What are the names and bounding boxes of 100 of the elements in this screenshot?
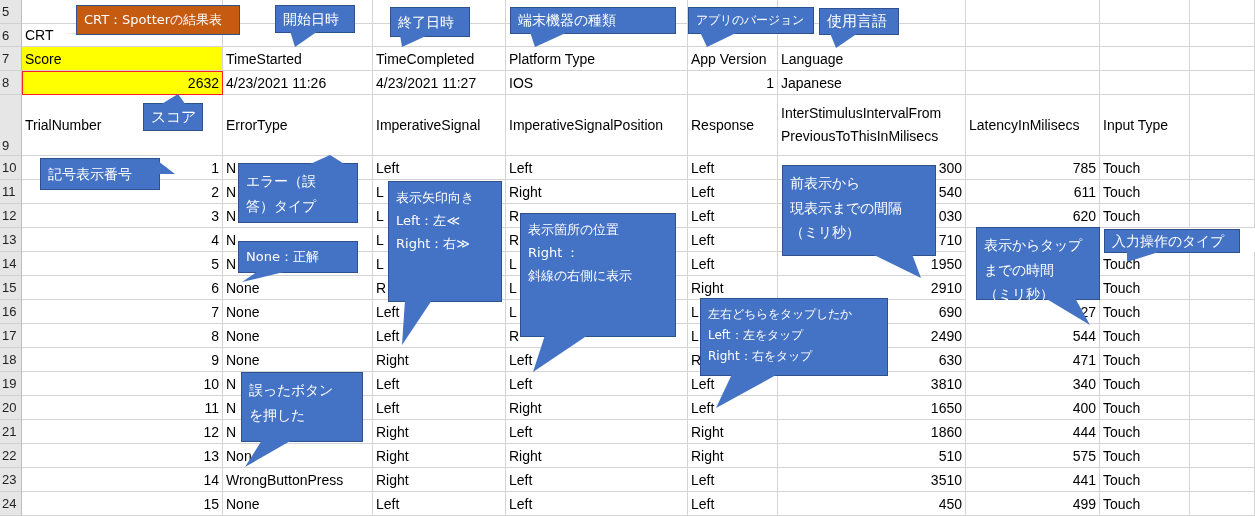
table-cell (1190, 0, 1255, 24)
table-cell: 575 (966, 444, 1100, 468)
table-cell: Left (373, 492, 506, 516)
table-cell: 8 (22, 324, 223, 348)
row-header[interactable]: 7 (0, 47, 22, 71)
table-cell: LatencyInMilisecs (966, 95, 1100, 156)
table-cell: App Version (688, 47, 778, 71)
row-header[interactable]: 11 (0, 180, 22, 204)
table-cell: 4 (22, 228, 223, 252)
table-cell: Left (688, 204, 778, 228)
table-cell: Language (778, 47, 966, 71)
table-cell: Left (373, 372, 506, 396)
table-cell: Score (22, 47, 223, 71)
row-header[interactable]: 21 (0, 420, 22, 444)
row-header[interactable]: 12 (0, 204, 22, 228)
table-cell: Right (373, 348, 506, 372)
table-cell: Left (688, 468, 778, 492)
table-cell (1190, 180, 1255, 204)
table-cell: None (223, 300, 373, 324)
row-header[interactable]: 8 (0, 71, 22, 95)
row-header[interactable]: 16 (0, 300, 22, 324)
table-cell: Left (506, 492, 688, 516)
table-cell: 13 (22, 444, 223, 468)
table-cell: 499 (966, 492, 1100, 516)
row-header[interactable]: 22 (0, 444, 22, 468)
table-cell: 4/23/2021 11:26 (223, 71, 373, 95)
table-cell: Touch (1100, 372, 1190, 396)
table-cell: 1 (688, 71, 778, 95)
table-cell: Right (688, 444, 778, 468)
callout-text: 入力操作のタイプ (1112, 231, 1224, 251)
table-cell: Touch (1100, 396, 1190, 420)
row-header[interactable]: 6 (0, 24, 22, 47)
table-cell: 544 (966, 324, 1100, 348)
callout-text: 使用言語 (827, 11, 887, 33)
table-cell: None (223, 324, 373, 348)
table-cell: 6 (22, 276, 223, 300)
table-cell: Touch (1100, 420, 1190, 444)
table-cell: Touch (1100, 348, 1190, 372)
row-header[interactable]: 5 (0, 0, 22, 24)
table-cell: Input Type (1100, 95, 1190, 156)
row-header[interactable]: 18 (0, 348, 22, 372)
callout-text: 表示からタップ (984, 236, 1082, 255)
callout-text: 現表示までの間隔 (790, 198, 902, 218)
callout-text: Right：右をタップ (708, 348, 812, 365)
table-cell: Left (688, 180, 778, 204)
callout-text: 終了日時 (398, 12, 454, 32)
table-cell: 510 (778, 444, 966, 468)
table-cell: Left (688, 492, 778, 516)
table-cell: Right (373, 420, 506, 444)
table-cell: WrongButtonPress (223, 468, 373, 492)
row-header[interactable]: 23 (0, 468, 22, 492)
table-cell: 785 (966, 156, 1100, 180)
table-cell: Touch (1100, 156, 1190, 180)
row-header[interactable]: 19 (0, 372, 22, 396)
table-cell: 4/23/2021 11:27 (373, 71, 506, 95)
table-cell: ImperativeSignal (373, 95, 506, 156)
callout-text: 斜線の右側に表示 (528, 266, 632, 285)
table-cell: 444 (966, 420, 1100, 444)
table-cell: Left (506, 372, 688, 396)
table-cell: Touch (1100, 180, 1190, 204)
callout-text: Right：右≫ (396, 234, 470, 253)
table-cell: Left (373, 396, 506, 420)
table-cell: TimeStarted (223, 47, 373, 71)
table-cell (1190, 204, 1255, 228)
callout-text: 答）タイプ (246, 196, 316, 216)
table-cell: Left (373, 156, 506, 180)
callout-text: Left：左をタップ (708, 327, 803, 344)
table-cell: 14 (22, 468, 223, 492)
table-cell: Touch (1100, 324, 1190, 348)
row-header[interactable]: 17 (0, 324, 22, 348)
table-cell: 471 (966, 348, 1100, 372)
table-cell: 10 (22, 372, 223, 396)
table-cell: ImperativeSignalPosition (506, 95, 688, 156)
row-header[interactable]: 24 (0, 492, 22, 516)
table-cell: 441 (966, 468, 1100, 492)
table-cell: Touch (1100, 444, 1190, 468)
table-cell: 400 (966, 396, 1100, 420)
row-header[interactable]: 9 (0, 95, 22, 156)
table-cell: None (223, 492, 373, 516)
callout-text: Left：左≪ (396, 211, 461, 230)
table-cell: 3510 (778, 468, 966, 492)
callout-text: 左右どちらをタップしたか (708, 306, 852, 323)
table-cell (1190, 324, 1255, 348)
table-cell: Right (373, 444, 506, 468)
table-cell: 340 (966, 372, 1100, 396)
row-header[interactable]: 14 (0, 252, 22, 276)
table-cell: Response (688, 95, 778, 156)
table-cell (1190, 276, 1255, 300)
row-header[interactable]: 20 (0, 396, 22, 420)
row-header[interactable]: 13 (0, 228, 22, 252)
table-cell: ErrorType (223, 95, 373, 156)
table-cell: Touch (1100, 492, 1190, 516)
table-cell: Left (688, 156, 778, 180)
callout-text: 開始日時 (283, 9, 339, 29)
row-header[interactable]: 10 (0, 156, 22, 180)
table-cell: 2632 (22, 71, 223, 95)
row-header[interactable]: 15 (0, 276, 22, 300)
table-cell: Japanese (778, 71, 966, 95)
table-cell: Left (506, 468, 688, 492)
table-cell (1190, 24, 1255, 47)
